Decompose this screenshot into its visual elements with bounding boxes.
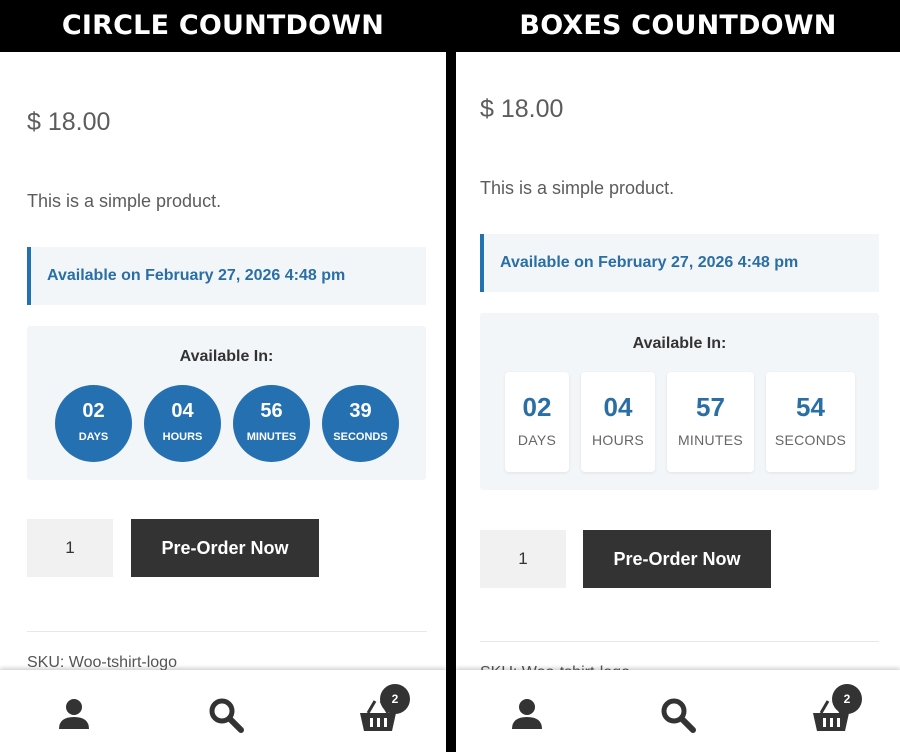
countdown-container: Available In: 02 DAYS 04 HOURS 57 MINUTE… (480, 313, 879, 490)
panel-title: CIRCLE COUNTDOWN (0, 0, 446, 52)
minutes-value: 56 (260, 400, 283, 422)
hours-label: HOURS (162, 431, 203, 443)
quantity-input[interactable]: 1 (480, 530, 566, 588)
product-price: $ 18.00 (27, 108, 111, 136)
countdown-title: Available In: (632, 335, 727, 352)
availability-notice: Available on February 27, 2026 4:48 pm (27, 247, 426, 305)
countdown-hours: 04 HOURS (144, 385, 221, 462)
seconds-value: 39 (349, 400, 372, 422)
search-icon[interactable] (206, 695, 246, 735)
days-value: 02 (82, 400, 105, 422)
minutes-label: MINUTES (677, 432, 744, 448)
countdown-container: Available In: 02 DAYS 04 HOURS 56 MINUTE… (27, 326, 426, 480)
product-price: $ 18.00 (480, 95, 564, 123)
product-description: This is a simple product. (27, 191, 222, 211)
quantity-input[interactable]: 1 (27, 519, 113, 577)
countdown-seconds: 39 SECONDS (322, 385, 399, 462)
bottom-nav-bar: 2 (456, 670, 900, 752)
preorder-button[interactable]: Pre-Order Now (131, 519, 319, 577)
days-label: DAYS (78, 431, 109, 443)
countdown-days: 02 DAYS (55, 385, 132, 462)
countdown-minutes: 56 MINUTES (233, 385, 310, 462)
seconds-label: SECONDS (774, 432, 847, 448)
seconds-label: SECONDS (333, 431, 388, 443)
bottom-nav-bar: 2 (0, 670, 446, 752)
availability-text: Available on February 27, 2026 4:48 pm (47, 267, 346, 284)
countdown-seconds: 54 SECONDS (766, 372, 855, 472)
hours-label: HOURS (591, 432, 645, 448)
search-icon[interactable] (658, 695, 698, 735)
availability-text: Available on February 27, 2026 4:48 pm (500, 254, 799, 271)
days-value: 02 (522, 392, 552, 422)
circle-countdown-panel: CIRCLE COUNTDOWN $ 18.00 This is a simpl… (0, 0, 446, 752)
product-content: $ 18.00 This is a simple product. Availa… (456, 52, 900, 752)
days-label: DAYS (517, 432, 557, 448)
cart-count-badge: 2 (832, 684, 862, 714)
panel-title: BOXES COUNTDOWN (456, 0, 900, 52)
countdown-days: 02 DAYS (505, 372, 569, 472)
divider (480, 641, 879, 642)
countdown-hours: 04 HOURS (581, 372, 655, 472)
divider (27, 631, 427, 632)
preorder-button[interactable]: Pre-Order Now (583, 530, 771, 588)
product-content: $ 18.00 This is a simple product. Availa… (0, 52, 446, 752)
seconds-value: 54 (796, 392, 825, 422)
cart-count-badge: 2 (380, 684, 410, 714)
boxes-countdown-panel: BOXES COUNTDOWN $ 18.00 This is a simple… (456, 0, 900, 752)
hours-value: 04 (171, 400, 194, 422)
countdown-title: Available In: (179, 348, 274, 365)
user-icon[interactable] (54, 695, 94, 735)
hours-value: 04 (603, 392, 633, 422)
user-icon[interactable] (507, 695, 547, 735)
countdown-minutes: 57 MINUTES (667, 372, 754, 472)
minutes-label: MINUTES (246, 431, 297, 443)
product-description: This is a simple product. (480, 178, 675, 198)
minutes-value: 57 (696, 392, 725, 422)
availability-notice: Available on February 27, 2026 4:48 pm (480, 234, 879, 292)
